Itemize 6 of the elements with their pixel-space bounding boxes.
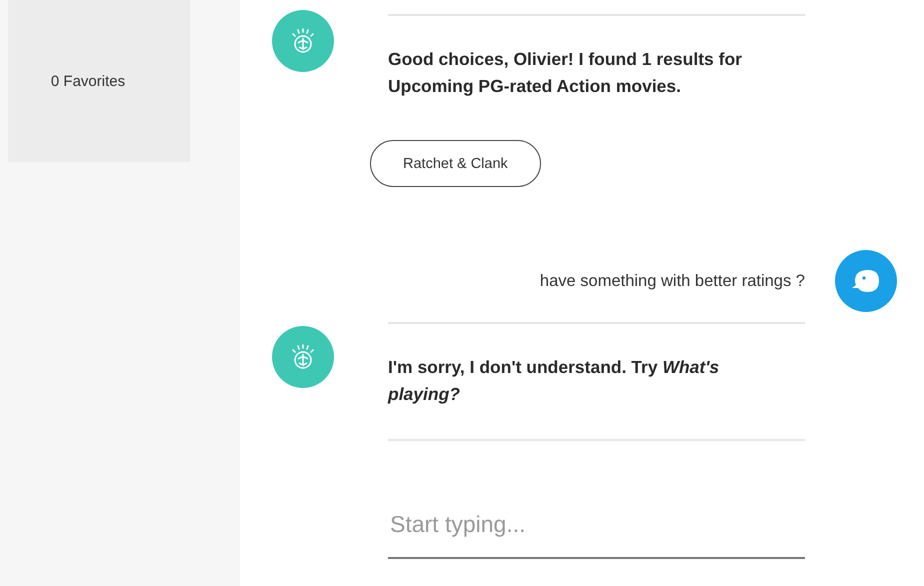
user-message: have something with better ratings ?	[540, 272, 805, 290]
bot-message: I'm sorry, I don't understand. Try What's playing?	[388, 356, 720, 406]
favorites-count: 0 Favorites	[50, 72, 126, 90]
bot-message: Good choices, Olivier! I found 1 results for Upcoming PG-rated Action movies.	[388, 48, 743, 98]
message-input[interactable]: Start typing...	[388, 499, 805, 559]
suggestion-chip[interactable]: Ratchet & Clank	[370, 140, 541, 187]
